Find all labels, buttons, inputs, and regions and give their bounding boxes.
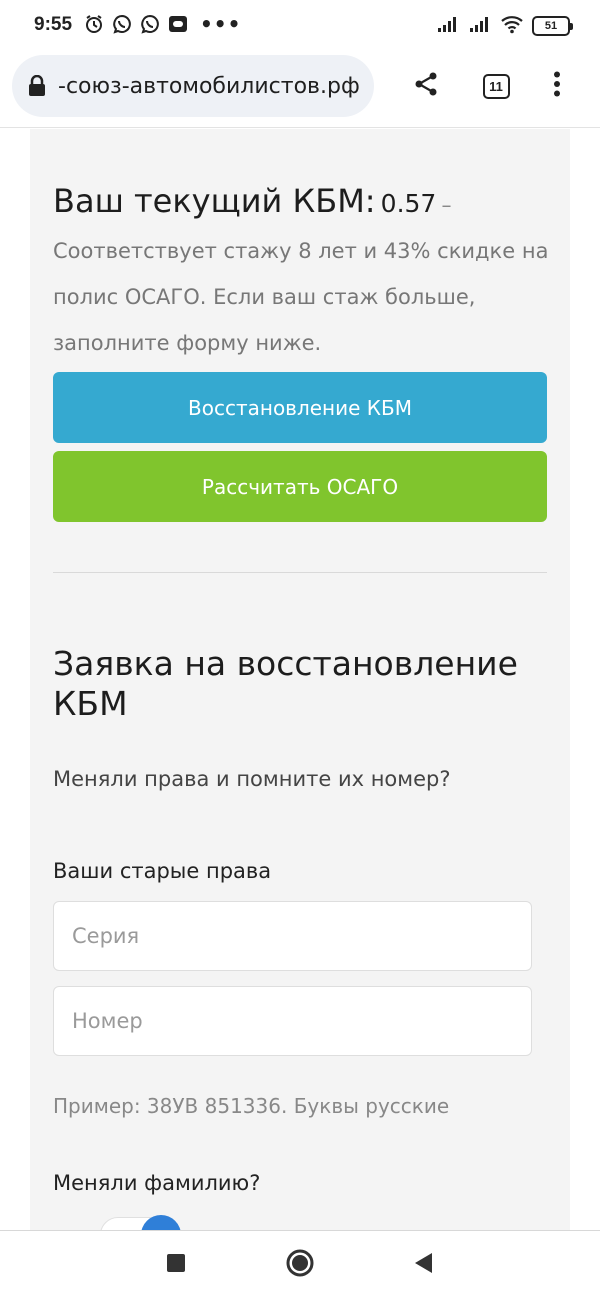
back-button[interactable] bbox=[403, 1245, 443, 1285]
example-hint: Пример: 38УВ 851336. Буквы русские bbox=[53, 1094, 450, 1118]
restore-kbm-button[interactable]: Восстановление КБМ bbox=[53, 372, 547, 443]
signal-icon bbox=[468, 15, 492, 37]
kbm-separator: – bbox=[441, 193, 452, 217]
calculate-osago-button[interactable]: Рассчитать ОСАГО bbox=[53, 451, 547, 522]
share-icon bbox=[413, 71, 439, 101]
more-vert-icon bbox=[553, 71, 561, 101]
surname-question: Меняли фамилию? bbox=[53, 1171, 261, 1195]
recents-button[interactable] bbox=[156, 1245, 196, 1285]
status-time: 9:55 bbox=[34, 14, 73, 35]
series-input[interactable] bbox=[53, 901, 532, 971]
wifi-icon bbox=[500, 14, 524, 38]
page-content: Ваш текущий КБМ: 0.57 – Соответствует ст… bbox=[30, 129, 570, 1230]
navigation-bar bbox=[0, 1230, 600, 1299]
signal-icon bbox=[436, 15, 460, 37]
alarm-icon bbox=[84, 14, 104, 34]
surname-toggle[interactable] bbox=[100, 1215, 181, 1230]
old-license-label: Ваши старые права bbox=[53, 859, 272, 883]
lock-icon bbox=[28, 74, 46, 97]
kbm-description: Соответствует стажу 8 лет и 43% скидке н… bbox=[53, 239, 549, 355]
status-bar: 9:55 ••• 51 bbox=[0, 0, 600, 52]
url-text: -союз-автомобилистов.рф bbox=[58, 73, 360, 99]
back-triangle-icon bbox=[413, 1252, 433, 1278]
more-notifications-icon: ••• bbox=[200, 12, 242, 36]
browser-toolbar: -союз-автомобилистов.рф 11 bbox=[0, 52, 600, 128]
form-title: Заявка на восстановление КБМ bbox=[53, 644, 518, 723]
notification-icons: ••• bbox=[84, 14, 241, 34]
battery-icon: 51 bbox=[532, 16, 573, 36]
square-icon bbox=[166, 1253, 186, 1277]
viber-icon bbox=[140, 14, 160, 34]
divider bbox=[53, 572, 547, 573]
license-question: Меняли права и помните их номер? bbox=[53, 767, 451, 791]
kbm-value: 0.57 bbox=[380, 189, 437, 218]
viber-icon bbox=[112, 14, 132, 34]
menu-button[interactable] bbox=[535, 64, 579, 108]
home-circle-icon bbox=[285, 1248, 315, 1282]
share-button[interactable] bbox=[404, 64, 448, 108]
kbm-result: Ваш текущий КБМ: 0.57 – Соответствует ст… bbox=[53, 179, 553, 367]
home-button[interactable] bbox=[280, 1245, 320, 1285]
system-icons: 51 bbox=[436, 14, 573, 38]
tabs-button[interactable]: 11 bbox=[474, 64, 518, 108]
app-notification-icon bbox=[168, 14, 188, 34]
number-input[interactable] bbox=[53, 986, 532, 1056]
address-bar[interactable]: -союз-автомобилистов.рф bbox=[12, 55, 374, 117]
kbm-title: Ваш текущий КБМ: bbox=[53, 182, 376, 220]
toggle-knob bbox=[141, 1215, 181, 1230]
tab-count: 11 bbox=[482, 73, 510, 99]
